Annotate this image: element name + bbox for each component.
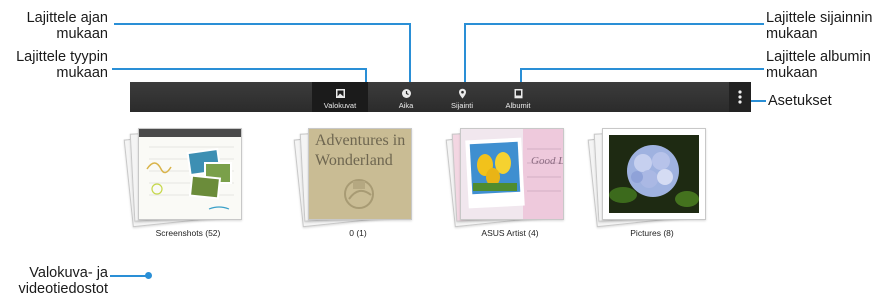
tulips-thumbnail-image: [465, 129, 563, 219]
album-caption: Screenshots (52): [155, 228, 221, 238]
overflow-menu-icon: [738, 90, 742, 104]
album-icon: [514, 89, 522, 99]
callout-sort-by-time: Lajittele ajan mukaan: [26, 10, 108, 42]
album-thumbnail: Good Lu: [460, 128, 564, 220]
callout-line: [114, 23, 410, 25]
hydrangea-thumbnail-image: [609, 135, 699, 213]
clock-icon: [401, 89, 411, 98]
tab-label: Sijainti: [450, 101, 474, 110]
album-pictures[interactable]: Pictures (8): [587, 126, 706, 238]
tab-label: Valokuvat: [323, 101, 357, 110]
callout-line: [520, 68, 764, 70]
tab-albums[interactable]: Albumit: [490, 82, 546, 112]
tab-location[interactable]: Sijainti: [434, 82, 490, 112]
callout-dot: [145, 272, 152, 279]
wonderland-thumbnail-image: [344, 179, 374, 209]
callout-line: [112, 68, 366, 70]
tab-label: Albumit: [505, 101, 531, 110]
callout-line: [464, 23, 764, 25]
album-0[interactable]: Adventures in Wonderland 0 (1): [293, 126, 412, 238]
album-asus-artist[interactable]: Good Lu ASUS Artist (4): [445, 126, 564, 238]
callout-sort-by-album: Lajittele albumin mukaan: [766, 49, 871, 81]
photo-icon: [335, 89, 345, 98]
tab-time[interactable]: Aika: [378, 82, 434, 112]
album-thumbnail: [602, 128, 706, 220]
tab-label: Aika: [398, 101, 414, 110]
callout-sort-by-type: Lajittele tyypin mukaan: [16, 49, 108, 81]
callout-photo-video-files: Valokuva- ja videotiedostot: [18, 265, 108, 297]
tab-photos[interactable]: Valokuvat: [312, 82, 368, 112]
album-caption: 0 (1): [349, 228, 367, 238]
album-thumbnail: [138, 128, 242, 220]
screenshot-thumbnail-image: [139, 129, 241, 210]
gallery-action-bar: Valokuvat Aika Sijainti Albumit: [130, 82, 751, 112]
callout-settings: Asetukset: [768, 93, 832, 109]
thumbnail-text: Good Lu: [531, 155, 564, 167]
callout-sort-by-location: Lajittele sijainnin mukaan: [766, 10, 873, 42]
album-caption: Pictures (8): [630, 228, 674, 238]
album-screenshots[interactable]: Screenshots (52): [123, 126, 242, 238]
callout-line: [464, 23, 466, 85]
album-thumbnail: Adventures in Wonderland: [308, 128, 412, 220]
callout-line: [110, 275, 148, 277]
settings-overflow-button[interactable]: [729, 82, 751, 112]
callout-line: [409, 23, 411, 85]
album-caption: ASUS Artist (4): [481, 228, 539, 238]
location-pin-icon: [458, 88, 466, 99]
